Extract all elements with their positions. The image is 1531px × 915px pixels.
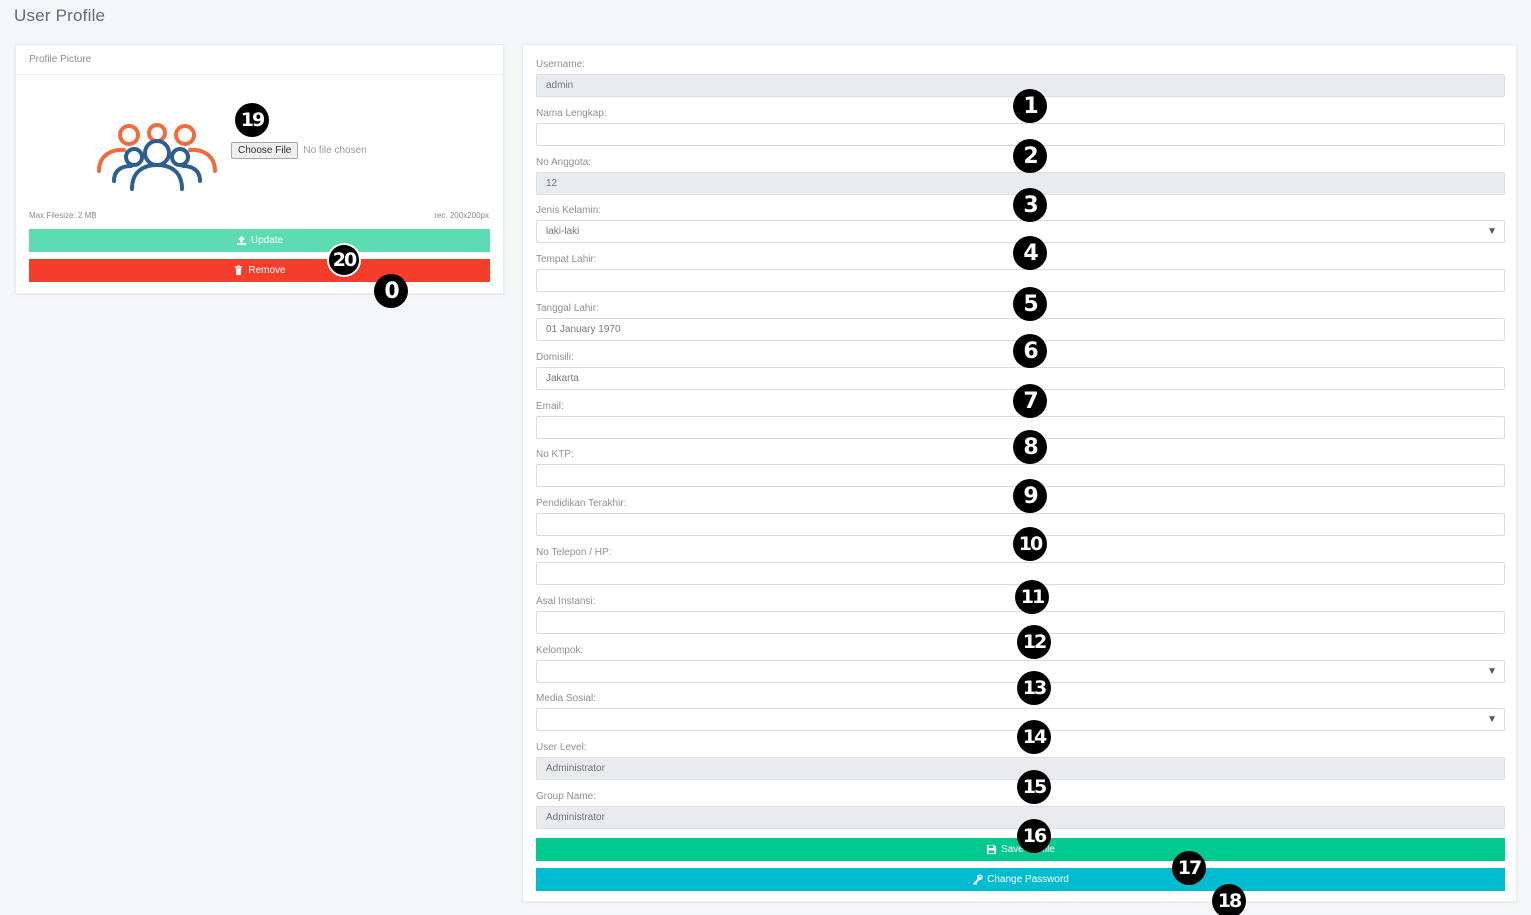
marker-13: 13 <box>1017 671 1051 705</box>
marker-20: 20 <box>327 243 361 277</box>
max-filesize: Max Filesize: 2 MB <box>29 211 97 220</box>
field-value: admin <box>546 80 574 91</box>
change-password-button[interactable]: Change Password <box>536 868 1505 891</box>
field-value: 01 January 1970 <box>546 324 621 335</box>
users-group-icon <box>97 123 217 191</box>
marker-17: 17 <box>1172 851 1206 885</box>
remove-button[interactable]: Remove <box>29 259 490 282</box>
update-button[interactable]: Update <box>29 229 490 252</box>
change-password-label: Change Password <box>987 874 1069 885</box>
marker-16: 16 <box>1017 819 1051 853</box>
profile-picture-card: Profile Picture Choose File No file chos… <box>15 44 504 294</box>
page-title: User Profile <box>14 6 106 25</box>
field-value: 12 <box>546 177 558 189</box>
marker-14: 14 <box>1017 720 1051 754</box>
field-value: laki-laki <box>546 226 580 238</box>
marker-9: 9 <box>1013 479 1047 513</box>
dropdown-arrow-icon: ▼ <box>1487 226 1497 238</box>
marker-6: 6 <box>1013 334 1047 368</box>
trash-icon <box>235 265 243 276</box>
field-label: Username: <box>536 59 585 70</box>
dropdown-arrow-icon: ▼ <box>1487 665 1497 677</box>
marker-7: 7 <box>1013 384 1047 418</box>
marker-8: 8 <box>1013 430 1047 464</box>
profile-form-card: Save Profile Change Password Username:ad… <box>522 44 1517 902</box>
update-label: Update <box>250 235 284 246</box>
marker-1: 1 <box>1013 89 1047 123</box>
marker-11: 11 <box>1015 580 1049 614</box>
marker-3: 3 <box>1013 188 1047 222</box>
choose-file-button[interactable]: Choose File <box>231 142 299 159</box>
floppy-disk-icon <box>986 844 997 855</box>
marker-2: 2 <box>1013 139 1047 173</box>
dropdown-arrow-icon: ▼ <box>1487 714 1497 726</box>
field-value: Jakarta <box>546 372 579 384</box>
marker-0: 0 <box>374 274 408 308</box>
marker-19: 19 <box>235 103 269 137</box>
recommended-size: rec. 200x200px <box>434 211 489 220</box>
profile-picture-header: Profile Picture <box>16 45 503 75</box>
field-value: Administrator <box>546 763 605 775</box>
marker-12: 12 <box>1017 625 1051 659</box>
no-telepon-hp-input[interactable] <box>536 562 1505 585</box>
marker-10: 10 <box>1013 527 1047 561</box>
marker-4: 4 <box>1013 236 1047 270</box>
remove-label: Remove <box>248 265 286 276</box>
marker-15: 15 <box>1017 770 1051 804</box>
upload-icon <box>236 235 246 246</box>
marker-5: 5 <box>1013 287 1047 321</box>
file-status: No file chosen <box>303 145 367 156</box>
file-input: Choose File No file chosen <box>231 142 367 159</box>
marker-18: 18 <box>1212 884 1246 915</box>
key-icon <box>973 874 983 885</box>
field-value: Administrator <box>546 812 605 823</box>
